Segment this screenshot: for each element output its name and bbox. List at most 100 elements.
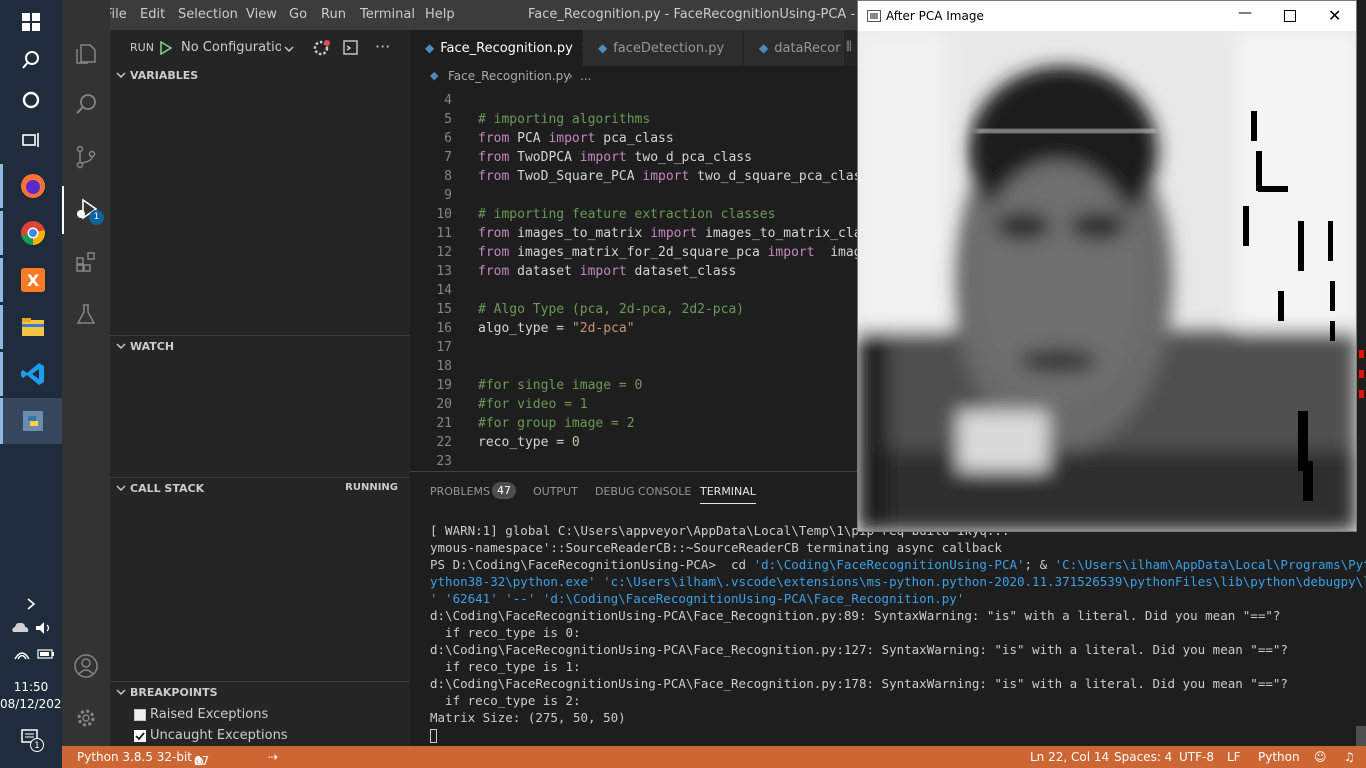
watch-title: WATCH	[130, 340, 175, 353]
breadcrumb-more[interactable]: ...	[580, 69, 591, 83]
tab-face-recognition[interactable]: ◆ Face_Recognition.py ✕	[410, 30, 593, 66]
chrome-icon	[20, 221, 45, 245]
code-token: algo_type =	[478, 321, 572, 336]
python-interpreter-status[interactable]: Python 3.8.5 32-bit	[77, 750, 192, 764]
clock-date[interactable]: 08/12/2020	[0, 697, 69, 711]
variables-title: VARIABLES	[130, 69, 199, 82]
extensions-icon	[76, 252, 95, 272]
chrome-taskbar-button[interactable]	[0, 211, 62, 255]
variables-section-header[interactable]: VARIABLES	[110, 65, 410, 87]
code-token: from	[478, 264, 510, 279]
menu-edit[interactable]: Edit	[140, 7, 165, 22]
code-token: TwoD_Square_PCA	[509, 169, 643, 184]
line-number: 14	[436, 283, 452, 298]
gear-icon	[77, 709, 95, 727]
menu-view[interactable]: View	[246, 7, 277, 22]
testing-button[interactable]	[62, 290, 110, 338]
tab-face-detection[interactable]: ◆ faceDetection.py	[583, 30, 743, 66]
eol-status[interactable]: LF	[1227, 750, 1241, 764]
vscode-icon	[20, 363, 44, 385]
code-token: images_to_matrix_cla	[697, 226, 858, 241]
menu-help[interactable]: Help	[425, 7, 455, 22]
minimize-icon[interactable]: —	[1238, 5, 1252, 21]
action-center-button[interactable]: 1	[20, 728, 44, 752]
clock-time[interactable]: 11:50	[0, 680, 62, 694]
code-token: from	[478, 169, 510, 184]
wifi-icon[interactable]	[14, 647, 30, 661]
pca-face-image	[858, 31, 1356, 531]
code-token: #for video = 1	[478, 397, 588, 412]
breakpoint-uncaught-exceptions[interactable]: Uncaught Exceptions	[134, 727, 404, 747]
warning-count: 0	[194, 754, 202, 768]
open-launch-json-button[interactable]	[312, 39, 330, 57]
cortana-button[interactable]	[0, 78, 62, 122]
tab-problems[interactable]: PROBLEMS	[430, 485, 490, 498]
code-editor[interactable]: 4 5 # importing algorithms 6 from PCA import…	[410, 88, 858, 471]
run-debug-button[interactable]: 1	[62, 186, 110, 234]
watch-section-header[interactable]: WATCH	[110, 335, 410, 357]
terminal-segment: if reco_type is 0:	[430, 625, 581, 640]
tab-output[interactable]: OUTPUT	[533, 485, 578, 498]
manage-button[interactable]	[62, 694, 110, 742]
split-editor-icon[interactable]: ⫼	[846, 39, 852, 54]
menu-run[interactable]: Run	[321, 7, 346, 22]
menu-go[interactable]: Go	[289, 7, 307, 22]
breakpoint-raised-exceptions[interactable]: Raised Exceptions	[134, 706, 404, 726]
more-actions-icon[interactable]: ···	[375, 37, 390, 56]
terminal-segment: if reco_type is 1:	[430, 659, 581, 674]
accounts-button[interactable]	[62, 642, 110, 690]
task-view-button[interactable]	[0, 118, 62, 162]
files-icon	[76, 44, 96, 64]
search-view-button[interactable]	[62, 80, 110, 128]
close-icon[interactable]: ✕	[1328, 6, 1341, 25]
show-hidden-icons-button[interactable]	[0, 584, 62, 624]
configuration-dropdown[interactable]: No Configuration	[158, 38, 298, 58]
breadcrumb-separator-icon: ›	[568, 69, 573, 83]
code-token: #for group image = 2	[478, 416, 635, 431]
code-token: dataset_class	[626, 264, 737, 279]
battery-icon[interactable]	[37, 648, 55, 660]
breakpoints-title: BREAKPOINTS	[130, 686, 218, 699]
source-control-icon	[76, 145, 96, 169]
explorer-button[interactable]	[62, 30, 110, 78]
menu-selection[interactable]: Selection	[178, 7, 238, 22]
uncaught-exceptions-checkbox[interactable]	[134, 730, 146, 742]
indentation-status[interactable]: Spaces: 4	[1114, 750, 1172, 764]
tab-debug-console[interactable]: DEBUG CONSOLE	[595, 485, 691, 498]
code-token: images_matrix_for_2d_square_pca	[509, 245, 768, 260]
call-stack-section-header[interactable]: CALL STACK RUNNING	[110, 477, 410, 499]
code-token: two_d_pca_class	[626, 150, 752, 165]
breadcrumb-file[interactable]: Face_Recognition.py	[448, 69, 570, 83]
language-mode-status[interactable]: Python	[1258, 750, 1300, 764]
vscode-taskbar-button[interactable]	[0, 352, 62, 396]
code-line: from PCA import pca_class	[478, 131, 674, 146]
raised-exceptions-checkbox[interactable]	[134, 709, 146, 721]
python-taskbar-button[interactable]	[0, 398, 62, 444]
cursor-position[interactable]: Ln 22, Col 14	[1030, 750, 1109, 764]
menu-terminal[interactable]: Terminal	[360, 7, 415, 22]
xampp-taskbar-button[interactable]: X	[0, 258, 62, 302]
live-share-icon[interactable]: ⇢	[268, 750, 278, 764]
volume-icon[interactable]	[35, 621, 53, 635]
search-button[interactable]	[0, 38, 62, 82]
tab-terminal[interactable]: TERMINAL	[700, 485, 756, 504]
terminal-line: d:\Coding\FaceRecognitionUsing-PCA\Face_…	[430, 608, 1280, 623]
source-control-button[interactable]	[62, 133, 110, 181]
tab-data-recorder[interactable]: ◆ dataRecor	[744, 30, 844, 66]
extensions-button[interactable]	[62, 238, 110, 286]
notifications-bell-icon[interactable]: ♫	[1344, 750, 1355, 764]
file-explorer-taskbar-button[interactable]	[0, 305, 62, 349]
pca-window-titlebar[interactable]: After PCA Image — ✕	[858, 1, 1356, 31]
python-file-icon: ◆	[425, 41, 435, 55]
code-line: from images_matrix_for_2d_square_pca imp…	[478, 245, 858, 260]
encoding-status[interactable]: UTF-8	[1179, 750, 1214, 764]
breakpoints-section-header[interactable]: BREAKPOINTS	[110, 681, 410, 703]
code-token: from	[478, 226, 510, 241]
feedback-icon[interactable]: ☺	[1314, 750, 1327, 764]
terminal-scrollbar[interactable]	[1356, 726, 1366, 746]
firefox-taskbar-button[interactable]	[0, 164, 62, 208]
search-icon	[76, 94, 96, 114]
onedrive-icon[interactable]	[10, 620, 30, 634]
code-line: from dataset import dataset_class	[478, 264, 736, 279]
debug-console-button[interactable]	[342, 39, 360, 57]
